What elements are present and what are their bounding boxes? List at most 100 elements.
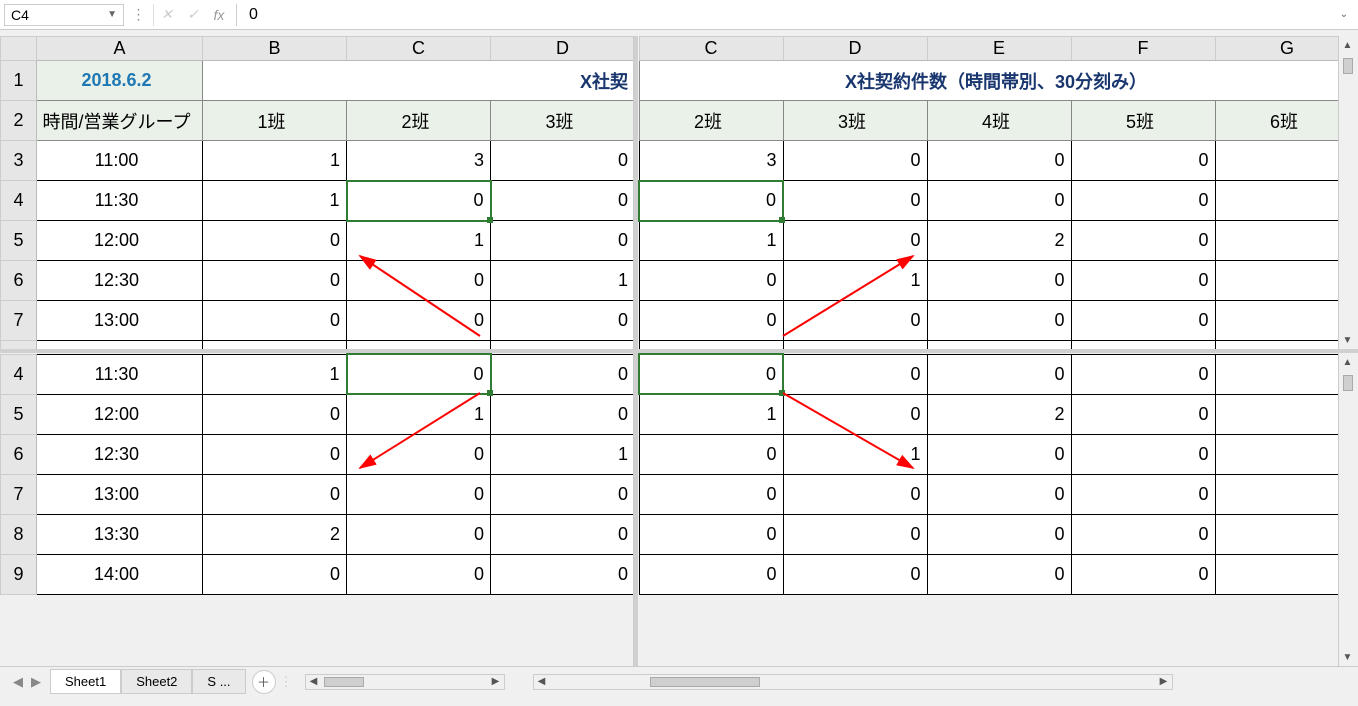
confirm-icon[interactable]: ✓: [180, 4, 206, 26]
date-cell[interactable]: 2018.6.2: [37, 61, 203, 101]
data-cell[interactable]: 0: [783, 221, 927, 261]
data-cell[interactable]: [1215, 221, 1338, 261]
data-cell[interactable]: 0: [491, 181, 635, 221]
data-cell[interactable]: 0: [491, 301, 635, 341]
data-cell[interactable]: [1215, 261, 1338, 301]
data-cell[interactable]: 1: [347, 394, 491, 434]
data-cell[interactable]: [1215, 514, 1338, 554]
data-cell[interactable]: 1: [347, 221, 491, 261]
row-header[interactable]: 5: [1, 221, 37, 261]
row-header[interactable]: 4: [1, 354, 37, 394]
time-cell[interactable]: 11:00: [37, 141, 203, 181]
data-cell[interactable]: 0: [1071, 474, 1215, 514]
data-cell[interactable]: 0: [783, 474, 927, 514]
cancel-icon[interactable]: ✕: [154, 4, 180, 26]
data-cell[interactable]: 0: [783, 141, 927, 181]
data-cell[interactable]: 2: [927, 394, 1071, 434]
nav-prev-icon[interactable]: ◀: [10, 674, 26, 690]
data-cell[interactable]: 0: [491, 394, 635, 434]
data-cell[interactable]: 0: [783, 354, 927, 394]
data-cell[interactable]: 0: [491, 474, 635, 514]
data-cell[interactable]: [1215, 341, 1338, 350]
vertical-scrollbar[interactable]: ▲ ▼: [1338, 36, 1356, 349]
data-cell[interactable]: 0: [639, 341, 783, 350]
time-cell[interactable]: 13:30: [37, 514, 203, 554]
data-cell[interactable]: 1: [203, 181, 347, 221]
time-cell[interactable]: 14:00: [37, 554, 203, 594]
data-cell[interactable]: 0: [639, 514, 783, 554]
data-cell[interactable]: 2: [927, 221, 1071, 261]
data-cell[interactable]: 0: [927, 474, 1071, 514]
data-cell[interactable]: 0: [347, 474, 491, 514]
data-cell[interactable]: 0: [1071, 141, 1215, 181]
data-cell[interactable]: 1: [783, 434, 927, 474]
col-header[interactable]: B: [203, 37, 347, 61]
scroll-left-icon[interactable]: ◀: [306, 676, 322, 687]
data-cell[interactable]: 0: [491, 341, 635, 350]
time-cell[interactable]: 11:30: [37, 354, 203, 394]
scroll-right-icon[interactable]: ▶: [488, 676, 504, 687]
data-cell[interactable]: 0: [1071, 181, 1215, 221]
scroll-right-icon[interactable]: ▶: [1156, 676, 1172, 687]
expand-formula-icon[interactable]: ⌄: [1334, 9, 1354, 20]
data-cell[interactable]: 0: [1071, 301, 1215, 341]
data-cell[interactable]: 0: [1071, 341, 1215, 350]
row-header[interactable]: 8: [1, 514, 37, 554]
col-header[interactable]: C: [639, 37, 783, 61]
sheet-nav[interactable]: ◀ ▶: [10, 674, 44, 690]
time-cell[interactable]: 13:30: [37, 341, 203, 350]
data-cell[interactable]: 0: [347, 554, 491, 594]
header-cell[interactable]: 4班: [927, 101, 1071, 141]
data-cell[interactable]: [1215, 554, 1338, 594]
time-cell[interactable]: 12:00: [37, 394, 203, 434]
row-header[interactable]: 9: [1, 554, 37, 594]
data-cell[interactable]: 0: [203, 554, 347, 594]
title-cell[interactable]: X社契約件数（時間帯別、30分刻み）: [639, 61, 1338, 101]
header-cell[interactable]: 6班: [1215, 101, 1338, 141]
scroll-left-icon[interactable]: ◀: [534, 676, 550, 687]
vertical-scrollbar[interactable]: ▲ ▼: [1338, 353, 1356, 666]
data-cell[interactable]: 0: [347, 341, 491, 350]
data-cell[interactable]: 3: [639, 141, 783, 181]
data-cell[interactable]: 0: [927, 181, 1071, 221]
time-cell[interactable]: 13:00: [37, 474, 203, 514]
data-cell[interactable]: 0: [347, 301, 491, 341]
scroll-up-icon[interactable]: ▲: [1343, 36, 1353, 54]
row-header[interactable]: 6: [1, 434, 37, 474]
data-cell[interactable]: 0: [1071, 221, 1215, 261]
row-header[interactable]: 7: [1, 301, 37, 341]
selected-cell[interactable]: 0: [347, 354, 491, 394]
row-header[interactable]: 8: [1, 341, 37, 350]
data-cell[interactable]: 0: [927, 354, 1071, 394]
data-cell[interactable]: 0: [347, 434, 491, 474]
data-cell[interactable]: 0: [783, 301, 927, 341]
header-cell[interactable]: 1班: [203, 101, 347, 141]
scroll-down-icon[interactable]: ▼: [1343, 331, 1353, 349]
col-header[interactable]: F: [1071, 37, 1215, 61]
data-cell[interactable]: 0: [491, 554, 635, 594]
scroll-thumb[interactable]: [650, 677, 760, 687]
data-cell[interactable]: 2: [203, 514, 347, 554]
data-cell[interactable]: 0: [1071, 434, 1215, 474]
name-box[interactable]: C4 ▼: [4, 4, 124, 26]
pane-bottom-right[interactable]: 0 0 0 0 1 0 2 0 0 1 0 0: [638, 353, 1338, 666]
sheet-tab-2[interactable]: Sheet2: [121, 669, 192, 694]
time-cell[interactable]: 13:00: [37, 301, 203, 341]
data-cell[interactable]: 0: [783, 554, 927, 594]
data-cell[interactable]: 0: [1071, 554, 1215, 594]
col-header[interactable]: G: [1215, 37, 1338, 61]
time-cell[interactable]: 11:30: [37, 181, 203, 221]
data-cell[interactable]: [1215, 181, 1338, 221]
selected-cell[interactable]: 0: [639, 354, 783, 394]
pane-top-left[interactable]: A B C D 1 2018.6.2 X社契 2 時間/営業グループ 1班 2班…: [0, 36, 634, 349]
data-cell[interactable]: 0: [1071, 514, 1215, 554]
row-header[interactable]: 3: [1, 141, 37, 181]
sheet-tab-3[interactable]: S ...: [192, 669, 245, 694]
data-cell[interactable]: 0: [639, 261, 783, 301]
horizontal-scrollbar-left[interactable]: ◀ ▶: [305, 674, 505, 690]
data-cell[interactable]: 1: [783, 261, 927, 301]
data-cell[interactable]: 1: [203, 141, 347, 181]
scroll-thumb[interactable]: [1343, 58, 1353, 74]
time-cell[interactable]: 12:30: [37, 261, 203, 301]
data-cell[interactable]: 1: [203, 354, 347, 394]
